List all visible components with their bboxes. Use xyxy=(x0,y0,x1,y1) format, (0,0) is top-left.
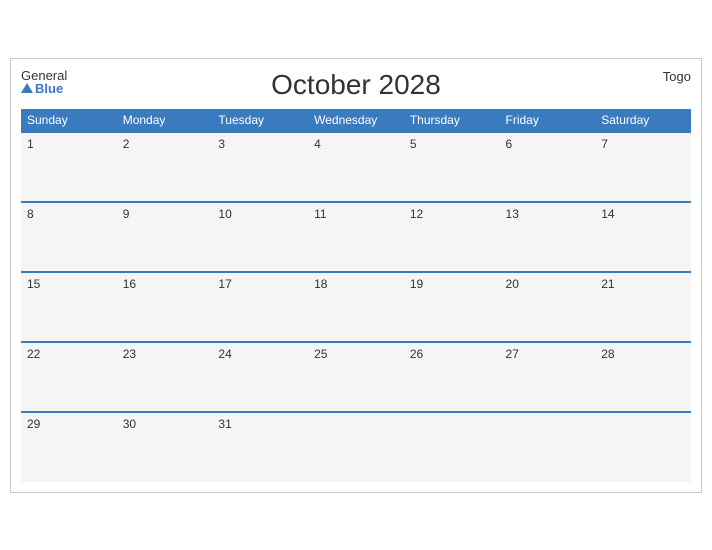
calendar-day-cell: 7 xyxy=(595,132,691,202)
calendar-day-cell: 22 xyxy=(21,342,117,412)
day-number: 15 xyxy=(27,277,40,291)
day-number: 23 xyxy=(123,347,136,361)
logo-general-text: General xyxy=(21,69,67,82)
calendar-day-cell xyxy=(500,412,596,482)
day-number: 7 xyxy=(601,137,608,151)
calendar-day-cell: 18 xyxy=(308,272,404,342)
calendar-week-row: 22 23 24 25 26 27 28 xyxy=(21,342,691,412)
day-number: 28 xyxy=(601,347,614,361)
calendar-title: October 2028 xyxy=(271,69,441,101)
calendar: General Blue October 2028 Togo Sunday Mo… xyxy=(10,58,702,493)
day-number: 17 xyxy=(218,277,231,291)
day-number: 24 xyxy=(218,347,231,361)
calendar-day-cell: 13 xyxy=(500,202,596,272)
calendar-day-cell: 6 xyxy=(500,132,596,202)
day-number: 21 xyxy=(601,277,614,291)
calendar-day-cell: 3 xyxy=(212,132,308,202)
calendar-day-cell: 10 xyxy=(212,202,308,272)
day-number: 30 xyxy=(123,417,136,431)
calendar-week-row: 15 16 17 18 19 20 21 xyxy=(21,272,691,342)
day-number: 1 xyxy=(27,137,34,151)
header-tuesday: Tuesday xyxy=(212,109,308,132)
calendar-day-cell: 24 xyxy=(212,342,308,412)
day-number: 4 xyxy=(314,137,321,151)
country-label: Togo xyxy=(663,69,691,84)
logo-blue-text: Blue xyxy=(21,82,67,95)
day-number: 19 xyxy=(410,277,423,291)
calendar-day-cell: 25 xyxy=(308,342,404,412)
calendar-day-cell: 30 xyxy=(117,412,213,482)
header-sunday: Sunday xyxy=(21,109,117,132)
calendar-week-row: 29 30 31 xyxy=(21,412,691,482)
day-number: 11 xyxy=(314,207,326,221)
header-friday: Friday xyxy=(500,109,596,132)
calendar-day-cell: 16 xyxy=(117,272,213,342)
day-number: 6 xyxy=(506,137,513,151)
day-number: 29 xyxy=(27,417,40,431)
calendar-day-cell: 19 xyxy=(404,272,500,342)
day-number: 14 xyxy=(601,207,614,221)
day-number: 26 xyxy=(410,347,423,361)
calendar-day-cell: 28 xyxy=(595,342,691,412)
day-number: 18 xyxy=(314,277,327,291)
day-number: 5 xyxy=(410,137,417,151)
calendar-day-cell: 26 xyxy=(404,342,500,412)
calendar-day-cell: 17 xyxy=(212,272,308,342)
calendar-day-cell: 23 xyxy=(117,342,213,412)
day-number: 22 xyxy=(27,347,40,361)
calendar-day-cell xyxy=(404,412,500,482)
day-number: 16 xyxy=(123,277,136,291)
calendar-day-cell: 27 xyxy=(500,342,596,412)
calendar-day-cell xyxy=(308,412,404,482)
day-number: 25 xyxy=(314,347,327,361)
header-wednesday: Wednesday xyxy=(308,109,404,132)
calendar-day-cell: 11 xyxy=(308,202,404,272)
day-number: 9 xyxy=(123,207,130,221)
calendar-day-cell: 14 xyxy=(595,202,691,272)
calendar-day-cell: 20 xyxy=(500,272,596,342)
calendar-day-cell: 8 xyxy=(21,202,117,272)
logo: General Blue xyxy=(21,69,67,95)
calendar-day-cell xyxy=(595,412,691,482)
day-number: 12 xyxy=(410,207,423,221)
calendar-week-row: 1 2 3 4 5 6 7 xyxy=(21,132,691,202)
calendar-day-cell: 31 xyxy=(212,412,308,482)
day-number: 20 xyxy=(506,277,519,291)
calendar-header: General Blue October 2028 Togo xyxy=(21,69,691,101)
weekday-header-row: Sunday Monday Tuesday Wednesday Thursday… xyxy=(21,109,691,132)
day-number: 2 xyxy=(123,137,130,151)
calendar-day-cell: 9 xyxy=(117,202,213,272)
day-number: 31 xyxy=(218,417,231,431)
day-number: 8 xyxy=(27,207,34,221)
day-number: 10 xyxy=(218,207,231,221)
header-saturday: Saturday xyxy=(595,109,691,132)
calendar-day-cell: 5 xyxy=(404,132,500,202)
day-number: 13 xyxy=(506,207,519,221)
header-monday: Monday xyxy=(117,109,213,132)
logo-triangle-icon xyxy=(21,83,33,93)
calendar-day-cell: 4 xyxy=(308,132,404,202)
calendar-day-cell: 2 xyxy=(117,132,213,202)
calendar-day-cell: 21 xyxy=(595,272,691,342)
calendar-day-cell: 12 xyxy=(404,202,500,272)
day-number: 3 xyxy=(218,137,225,151)
calendar-day-cell: 1 xyxy=(21,132,117,202)
calendar-week-row: 8 9 10 11 12 13 14 xyxy=(21,202,691,272)
day-number: 27 xyxy=(506,347,519,361)
header-thursday: Thursday xyxy=(404,109,500,132)
calendar-day-cell: 29 xyxy=(21,412,117,482)
calendar-day-cell: 15 xyxy=(21,272,117,342)
calendar-table: Sunday Monday Tuesday Wednesday Thursday… xyxy=(21,109,691,482)
